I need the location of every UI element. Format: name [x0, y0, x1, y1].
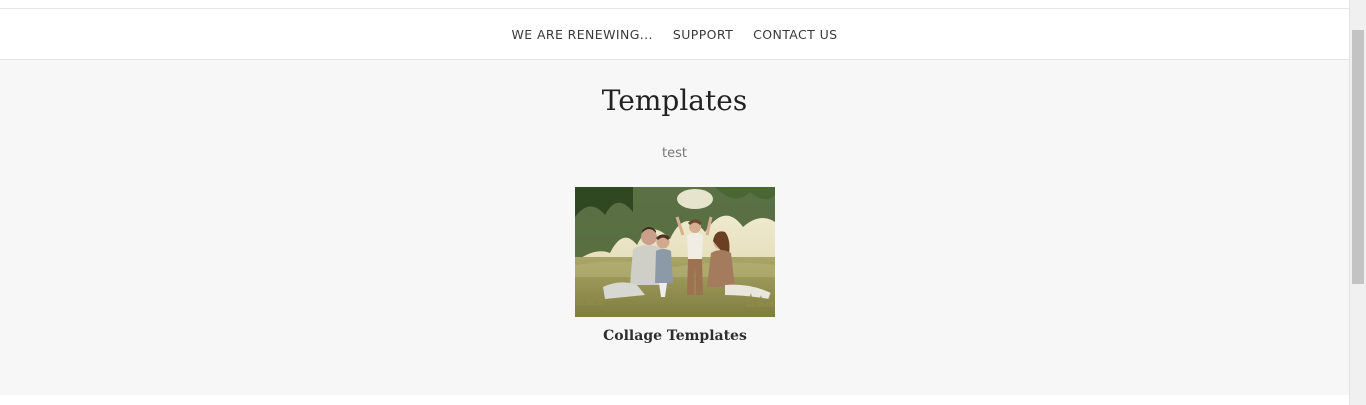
templates-section: Templates test Collage Templates — [0, 60, 1349, 395]
top-strip — [0, 0, 1349, 9]
page-title: Templates — [601, 84, 748, 117]
collage-templates-thumbnail[interactable] — [575, 187, 775, 317]
nav-item-we-are-renewing[interactable]: WE ARE RENEWING... — [512, 27, 653, 42]
page-subtitle: test — [662, 146, 687, 161]
card-title[interactable]: Collage Templates — [575, 328, 775, 344]
vertical-scrollbar[interactable] — [1349, 0, 1366, 405]
bottom-band — [0, 395, 1349, 405]
template-card-collage[interactable]: Collage Templates — [575, 187, 775, 344]
nav-item-contact-us[interactable]: CONTACT US — [753, 27, 837, 42]
main-navigation: WE ARE RENEWING... SUPPORT CONTACT US — [0, 9, 1349, 60]
scrollbar-thumb[interactable] — [1352, 30, 1364, 284]
nav-item-support[interactable]: SUPPORT — [673, 27, 733, 42]
page: WE ARE RENEWING... SUPPORT CONTACT US Te… — [0, 0, 1366, 405]
